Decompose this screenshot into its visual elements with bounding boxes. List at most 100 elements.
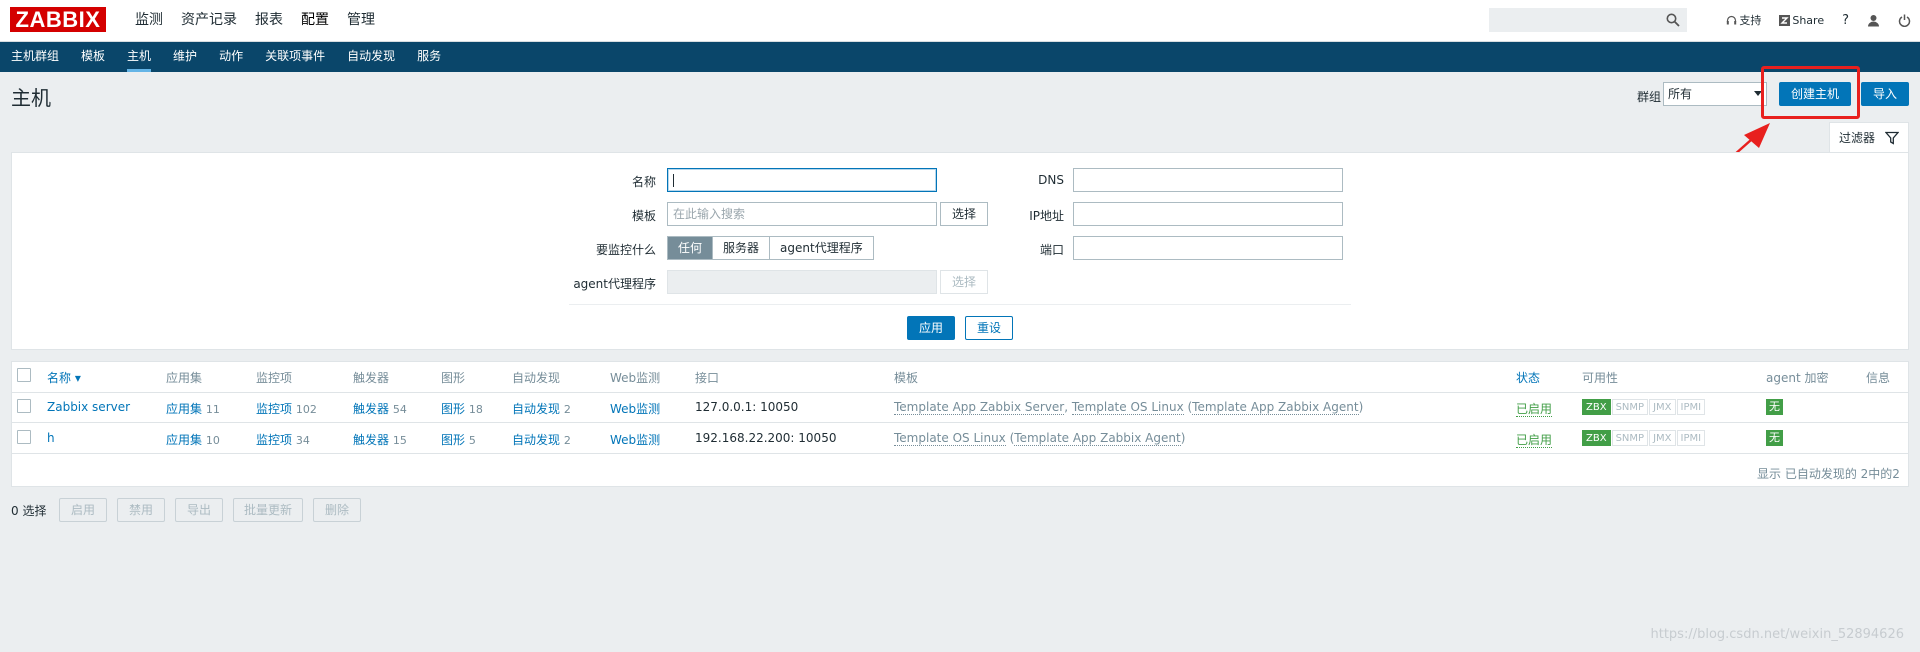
triggers-count: 15: [392, 434, 407, 447]
ipmi-badge: IPMI: [1676, 399, 1706, 415]
main-menu: 监测 资产记录 报表 配置 管理: [126, 0, 384, 42]
proxy-label: agent代理程序: [573, 277, 656, 291]
ipmi-badge: IPMI: [1676, 430, 1706, 446]
signout-link[interactable]: [1898, 14, 1911, 27]
template-search-input[interactable]: 在此输入搜索: [667, 202, 937, 226]
col-triggers-header: 触发器: [353, 371, 390, 385]
ip-label: IP地址: [1029, 209, 1064, 223]
port-input[interactable]: [1073, 236, 1343, 260]
triggers-link[interactable]: 触发器 54: [353, 400, 407, 417]
dns-input[interactable]: [1073, 168, 1343, 192]
mass-update-button[interactable]: 批量更新: [233, 498, 303, 522]
triggers-link[interactable]: 触发器 15: [353, 431, 407, 448]
subnav-host-groups[interactable]: 主机群组: [0, 42, 70, 72]
monitored-by-any[interactable]: 任何: [668, 237, 714, 259]
jmx-badge: JMX: [1649, 399, 1676, 415]
filter-tab[interactable]: 过滤器: [1829, 122, 1909, 153]
zabbix-logo[interactable]: ZABBIX: [10, 7, 106, 32]
search-input[interactable]: [1489, 8, 1687, 32]
applications-count: 10: [205, 434, 220, 447]
subnav-templates[interactable]: 模板: [70, 42, 116, 72]
status-toggle[interactable]: 已启用: [1516, 433, 1553, 448]
discovery-link[interactable]: 自动发现 2: [512, 431, 571, 448]
hosts-table: [11, 361, 1909, 487]
menu-monitoring[interactable]: 监测: [126, 0, 172, 42]
menu-inventory[interactable]: 资产记录: [172, 0, 246, 42]
graphs-link[interactable]: 图形 18: [441, 400, 483, 417]
template-link[interactable]: Template App Zabbix Server: [894, 400, 1065, 415]
profile-link[interactable]: [1867, 14, 1880, 27]
applications-link[interactable]: 应用集 10: [166, 431, 220, 448]
applications-link[interactable]: 应用集 11: [166, 400, 220, 417]
search-icon[interactable]: [1666, 13, 1680, 27]
col-templates-header: 模板: [894, 371, 919, 385]
ip-input[interactable]: [1073, 202, 1343, 226]
support-label: 支持: [1739, 14, 1762, 27]
export-button[interactable]: 导出: [175, 498, 223, 522]
col-info-header: 信息: [1866, 371, 1891, 385]
web-link[interactable]: Web监测: [610, 400, 660, 417]
reset-button[interactable]: 重设: [965, 316, 1013, 340]
col-applications-header: 应用集: [166, 371, 203, 385]
row-checkbox[interactable]: [17, 399, 31, 413]
template-link[interactable]: Template OS Linux: [894, 431, 1006, 446]
disable-button[interactable]: 禁用: [117, 498, 165, 522]
name-input[interactable]: [667, 168, 937, 192]
sub-navigation: 主机群组 模板 主机 维护 动作 关联项事件 自动发现 服务: [0, 42, 1920, 72]
encryption-badge: 无: [1766, 399, 1783, 415]
subnav-services[interactable]: 服务: [406, 42, 452, 72]
import-button[interactable]: 导入: [1861, 82, 1909, 106]
help-link[interactable]: ?: [1842, 13, 1849, 28]
monitored-by-proxy[interactable]: agent代理程序: [770, 237, 873, 259]
support-link[interactable]: 支持: [1726, 12, 1761, 28]
templates-cell: Template App Zabbix Server, Template OS …: [894, 400, 1364, 415]
enable-button[interactable]: 启用: [59, 498, 107, 522]
col-status-header[interactable]: 状态: [1516, 369, 1540, 386]
col-graphs-header: 图形: [441, 371, 466, 385]
subnav-maintenance[interactable]: 维护: [162, 42, 208, 72]
apply-button[interactable]: 应用: [907, 316, 955, 340]
subnav-actions[interactable]: 动作: [208, 42, 254, 72]
menu-reports[interactable]: 报表: [246, 0, 292, 42]
graphs-label: 图形: [441, 402, 466, 416]
top-header: ZABBIX 监测 资产记录 报表 配置 管理 支持 Share ?: [0, 0, 1920, 42]
monitored-by-label: 要监控什么: [595, 243, 656, 257]
template-select-button[interactable]: 选择: [940, 202, 988, 226]
templates-cell: Template OS Linux (Template App Zabbix A…: [894, 431, 1186, 446]
snmp-badge: SNMP: [1611, 430, 1649, 446]
graphs-link[interactable]: 图形 5: [441, 431, 476, 448]
filter-divider: [569, 304, 1351, 305]
menu-configuration[interactable]: 配置: [292, 0, 338, 42]
group-select[interactable]: 所有: [1663, 82, 1767, 106]
template-link[interactable]: Template App Zabbix Agent: [1192, 400, 1359, 415]
template-link[interactable]: Template App Zabbix Agent: [1014, 431, 1181, 446]
web-link[interactable]: Web监测: [610, 431, 660, 448]
discovery-label: 自动发现: [512, 433, 561, 447]
user-icon: [1868, 14, 1879, 26]
filter-icon: [1885, 131, 1899, 145]
status-toggle[interactable]: 已启用: [1516, 402, 1553, 417]
group-label: 群组: [1637, 90, 1662, 104]
host-name-link[interactable]: h: [47, 431, 55, 445]
discovery-link[interactable]: 自动发现 2: [512, 400, 571, 417]
items-label: 监控项: [256, 433, 293, 447]
share-link[interactable]: Share: [1779, 14, 1824, 27]
row-checkbox[interactable]: [17, 430, 31, 444]
items-link[interactable]: 监控项 102: [256, 400, 317, 417]
watermark: https://blog.csdn.net/weixin_52894626: [1650, 627, 1904, 642]
subnav-event-correlation[interactable]: 关联项事件: [254, 42, 336, 72]
subnav-hosts[interactable]: 主机: [116, 42, 162, 72]
select-all-checkbox[interactable]: [17, 368, 31, 382]
template-link[interactable]: Template OS Linux: [1071, 400, 1184, 415]
col-name-header[interactable]: 名称 ▾: [47, 369, 81, 386]
col-discovery-header: 自动发现: [512, 371, 561, 385]
filter-tab-label: 过滤器: [1839, 131, 1876, 145]
proxy-input: [667, 270, 937, 294]
host-name-link[interactable]: Zabbix server: [47, 400, 130, 414]
table-summary: 显示 已自动发现的 2中的2: [1757, 467, 1900, 481]
menu-administration[interactable]: 管理: [338, 0, 384, 42]
delete-button[interactable]: 删除: [313, 498, 361, 522]
subnav-discovery[interactable]: 自动发现: [336, 42, 406, 72]
monitored-by-server[interactable]: 服务器: [713, 237, 771, 259]
items-link[interactable]: 监控项 34: [256, 431, 310, 448]
